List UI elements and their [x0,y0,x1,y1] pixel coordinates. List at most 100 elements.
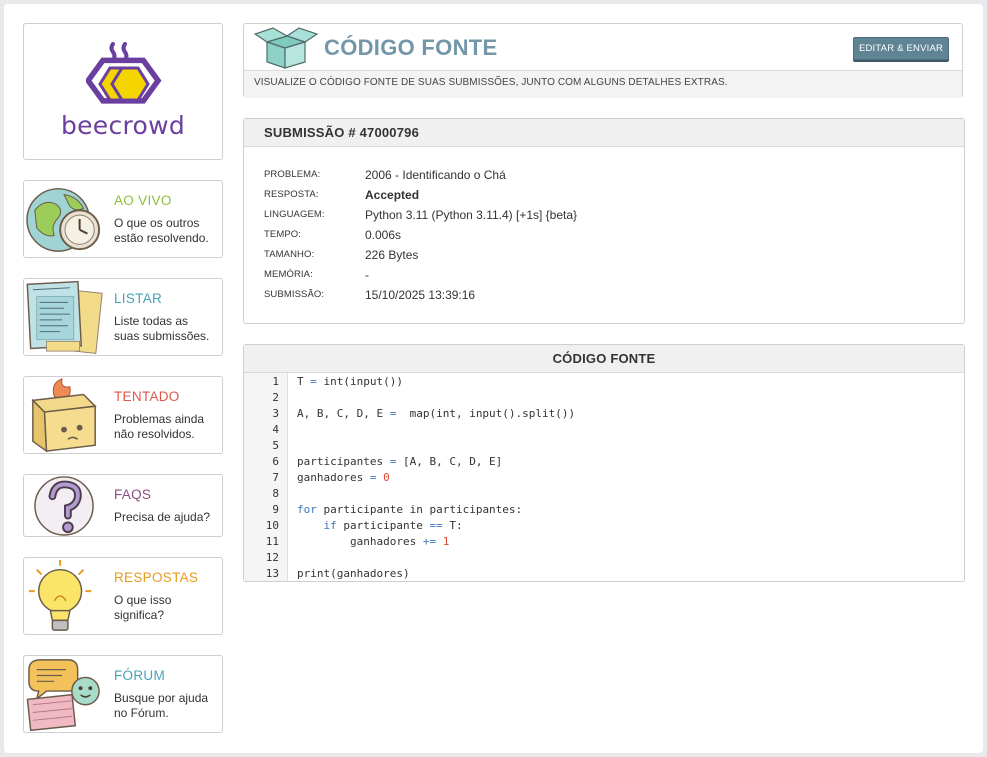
page-header: CÓDIGO FONTE EDITAR & ENVIAR VISUALIZE O… [243,23,963,98]
desc-line: estão resolvendo. [114,231,209,245]
question-mark-icon [34,476,94,536]
forum-chat-icon [26,659,100,732]
source-code-card: CÓDIGO FONTE 1 T = int(input()) 2 3 A, B, C,… [243,344,965,582]
code-line: 9 for participante in participantes: [244,502,964,518]
detail-label: PROBLEMA: [264,169,321,180]
sidebar-item-desc: Busque por ajuda no Fórum. [114,691,208,721]
detail-row-submission-date: SUBMISSÃO: 15/10/2025 13:39:16 [264,288,944,309]
sidebar-item-tentado[interactable]: TENTADO Problemas ainda não resolvidos. [23,376,223,454]
desc-line: Busque por ajuda [114,691,209,705]
code-text: participantes = [A, B, C, D, E] [297,455,503,468]
desc-line: Problemas ainda [114,412,205,426]
detail-row-size: TAMANHO: 226 Bytes [264,248,944,269]
desc-line: Liste todas as [114,314,189,328]
detail-label: MEMÓRIA: [264,269,313,280]
detail-label: RESPOSTA: [264,189,319,200]
line-number: 13 [265,567,279,580]
code-text: print(ganhadores) [297,567,410,580]
detail-row-language: LINGUAGEM: Python 3.11 (Python 3.11.4) [… [264,208,944,229]
sidebar-item-desc: Problemas ainda não resolvidos. [114,412,204,442]
detail-label: SUBMISSÃO: [264,289,325,300]
page-title: CÓDIGO FONTE [324,35,498,60]
line-number: 2 [272,391,279,404]
sidebar-item-title: AO VIVO [114,193,172,208]
sidebar-item-respostas[interactable]: RESPOSTAS O que isso significa? [23,557,223,635]
line-number: 8 [272,487,279,500]
code-text: T = int(input()) [297,375,403,388]
desc-line: O que os outros [114,216,200,230]
code-line: 2 [244,390,964,406]
desc-line: no Fórum. [114,706,169,720]
sidebar-item-title: RESPOSTAS [114,570,199,585]
detail-row-problem: PROBLEMA: 2006 - Identificando o Chá [264,168,944,189]
detail-value: 15/10/2025 13:39:16 [365,288,476,302]
beecrowd-logo[interactable]: beecrowd [23,23,223,160]
desc-line: suas submissões. [114,329,210,343]
line-number: 5 [272,439,279,452]
code-line: 7 ganhadores = 0 [244,470,964,486]
desc-line: significa? [114,608,165,622]
list-papers-icon [26,280,103,354]
detail-row-time: TEMPO: 0.006s [264,228,944,249]
sidebar-item-ao-vivo[interactable]: AO VIVO O que os outros estão resolvendo… [23,180,223,258]
line-number: 1 [272,375,279,388]
code-line: 4 [244,422,964,438]
detail-label: LINGUAGEM: [264,209,325,220]
detail-label: TAMANHO: [264,249,315,260]
page-subtitle: VISUALIZE O CÓDIGO FONTE DE SUAS SUBMISS… [244,70,962,98]
answer-status: Accepted [365,188,420,202]
code-line: 11 ganhadores += 1 [244,534,964,550]
sidebar-item-desc: O que os outros estão resolvendo. [114,216,209,246]
line-number: 10 [265,519,279,532]
sidebar-item-faqs[interactable]: FAQS Precisa de ajuda? [23,474,223,537]
line-number: 7 [272,471,279,484]
submission-heading: SUBMISSÃO # 47000796 [244,119,964,147]
submission-card: SUBMISSÃO # 47000796 PROBLEMA: 2006 - Id… [243,118,965,324]
code-text: for participante in participantes: [297,503,523,516]
source-code-heading: CÓDIGO FONTE [244,345,964,373]
detail-value: - [365,268,369,282]
sidebar-item-listar[interactable]: LISTAR Liste todas as suas submissões. [23,278,223,356]
sidebar-item-title: FÓRUM [114,668,165,683]
logo-text: beecrowd [60,111,186,140]
detail-value: 0.006s [365,228,402,242]
code-line: 6 participantes = [A, B, C, D, E] [244,454,964,470]
sidebar-item-title: TENTADO [114,389,180,404]
light-bulb-icon [28,559,92,631]
code-text: ganhadores += 1 [297,535,450,548]
sidebar-item-title: LISTAR [114,291,163,306]
sidebar-item-desc: Precisa de ajuda? [114,510,210,525]
edit-and-submit-button[interactable]: EDITAR & ENVIAR [853,37,949,60]
code-line: 5 [244,438,964,454]
code-text: if participante == T: [323,519,463,532]
code-line: 12 [244,550,964,566]
desc-line: O que isso [114,593,172,607]
sidebar-item-forum[interactable]: FÓRUM Busque por ajuda no Fórum. [23,655,223,733]
code-line: 8 [244,486,964,502]
sidebar-item-desc: Liste todas as suas submissões. [114,314,209,344]
detail-label: TEMPO: [264,229,302,240]
code-line: 10 if participante == T: [244,518,964,534]
sidebar-item-title: FAQS [114,487,152,502]
problem-link[interactable]: 2006 - Identificando o Chá [365,168,506,182]
code-line: 13 print(ganhadores) [244,566,964,581]
open-box-icon [253,27,319,69]
line-number: 6 [272,455,279,468]
line-number: 3 [272,407,279,420]
line-number: 9 [272,503,279,516]
detail-row-memory: MEMÓRIA: - [264,268,944,289]
desc-line: Precisa de ajuda? [114,510,211,524]
code-line: 1 T = int(input()) [244,374,964,390]
detail-value: Python 3.11 (Python 3.11.4) [+1s] {beta} [365,208,578,222]
desc-line: não resolvidos. [114,427,195,441]
line-number: 12 [265,551,279,564]
detail-row-answer: RESPOSTA: Accepted [264,188,944,209]
code-line: 3 A, B, C, D, E = map(int, input().split(… [244,406,964,422]
globe-clock-icon [26,188,101,252]
code-text: ganhadores = 0 [297,471,390,484]
burning-box-icon [31,378,97,453]
detail-value: 226 Bytes [365,248,419,262]
line-number: 11 [265,535,279,548]
line-number: 4 [272,423,279,436]
sidebar-item-desc: O que isso significa? [114,593,171,623]
